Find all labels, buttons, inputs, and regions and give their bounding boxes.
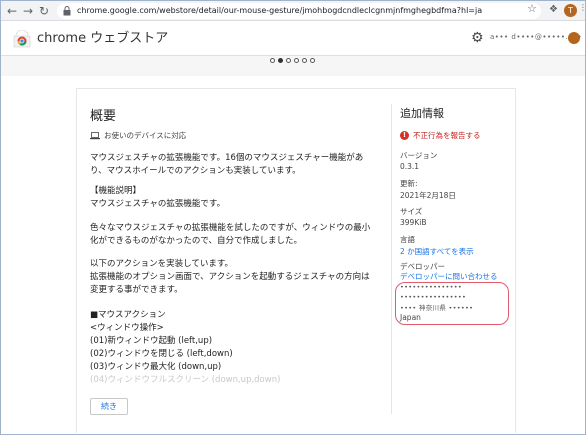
continue-button[interactable]: 続き xyxy=(90,398,128,415)
device-text: お使いのデバイスに対応 xyxy=(104,131,187,140)
chrome-web-store-logo[interactable] xyxy=(13,30,31,48)
carousel-dot[interactable] xyxy=(302,58,307,63)
report-abuse-label: 不正行為を報告する xyxy=(413,131,481,140)
description-line: 【機能説明】 xyxy=(90,186,142,196)
profile-avatar[interactable]: T xyxy=(564,4,577,17)
description-line: 色々なマウスジェスチャの拡張機能を試したのですが、ウィンドウの最小 xyxy=(90,223,371,233)
version-value: 0.3.1 xyxy=(400,162,420,171)
description-line: ■マウスアクション xyxy=(90,310,166,320)
extensions-icon[interactable]: ❖ xyxy=(549,4,558,15)
description-line: <ウィンドウ操作> xyxy=(90,323,164,333)
bookmark-star-icon[interactable]: ☆ xyxy=(527,2,537,16)
updated-value: 2021年2月18日 xyxy=(400,191,456,200)
description-line: 化ができるものがなかったので、自分で作成しました。 xyxy=(90,236,302,246)
version-label: バージョン xyxy=(400,151,438,160)
language-label: 言語 xyxy=(400,235,415,244)
contact-developer-link[interactable]: デベロッパーに問い合わせる xyxy=(400,271,498,282)
description-line: (02)ウィンドウを閉じる (left,down) xyxy=(90,349,233,359)
carousel-dot[interactable] xyxy=(294,58,299,63)
carousel-dot-active[interactable] xyxy=(278,58,283,63)
description-line: 変更する事ができます。 xyxy=(90,285,183,295)
all-languages-link[interactable]: 2 か国語すべてを表示 xyxy=(400,246,474,257)
description-line: 以下のアクションを実装しています。 xyxy=(90,259,233,269)
size-value: 399KiB xyxy=(400,218,427,227)
reload-icon[interactable]: ↻ xyxy=(37,4,51,18)
store-title[interactable]: chrome ウェブストア xyxy=(37,30,168,48)
gear-icon[interactable]: ⚙ xyxy=(471,29,484,47)
carousel-dots xyxy=(270,58,315,66)
report-abuse-link[interactable]: ! 不正行為を報告する xyxy=(400,130,481,141)
forward-icon[interactable]: → xyxy=(21,4,35,18)
description-line: (03)ウィンドウ最大化 (down,up) xyxy=(90,362,222,372)
url-text: chrome.google.com/webstore/detail/our-mo… xyxy=(77,6,483,15)
browser-toolbar: ← → ↻ chrome.google.com/webstore/detail/… xyxy=(1,1,586,21)
carousel-dot[interactable] xyxy=(286,58,291,63)
additional-info-title: 追加情報 xyxy=(400,107,444,120)
back-icon[interactable]: ← xyxy=(5,4,19,18)
carousel-dot[interactable] xyxy=(310,58,315,63)
laptop-icon xyxy=(90,131,100,139)
description-line: マウスジェスチャの拡張機能です。 xyxy=(90,199,226,209)
account-avatar[interactable] xyxy=(568,32,580,44)
browser-menu-icon[interactable]: ⋮ xyxy=(579,4,586,12)
device-compatibility: お使いのデバイスに対応 xyxy=(90,130,186,141)
address-bar[interactable]: chrome.google.com/webstore/detail/our-mo… xyxy=(57,3,541,19)
overview-title: 概要 xyxy=(90,109,117,124)
lock-icon xyxy=(63,6,71,16)
column-divider xyxy=(391,104,392,414)
carousel-dot[interactable] xyxy=(270,58,275,63)
description-line: マウスジェスチャの拡張機能です。16個のマウスジェスチャー機能があ xyxy=(90,153,364,163)
highlight-annotation xyxy=(395,282,509,325)
updated-label: 更新: xyxy=(400,179,418,188)
description-line-faded: (04)ウィンドウフルスクリーン (down,up,down) xyxy=(90,375,281,385)
description-line: (01)新ウィンドウ起動 (left,up) xyxy=(90,336,213,346)
size-label: サイズ xyxy=(400,207,423,216)
description-line: 拡張機能のオプション画面で、アクションを起動するジェスチャの方向は xyxy=(90,272,370,282)
description-line: り、マウスホイールでのアクションも実装しています。 xyxy=(90,166,301,176)
store-header: chrome ウェブストア ⚙ a••• d••••@•••••.••• xyxy=(1,22,585,56)
alert-icon: ! xyxy=(400,131,409,140)
